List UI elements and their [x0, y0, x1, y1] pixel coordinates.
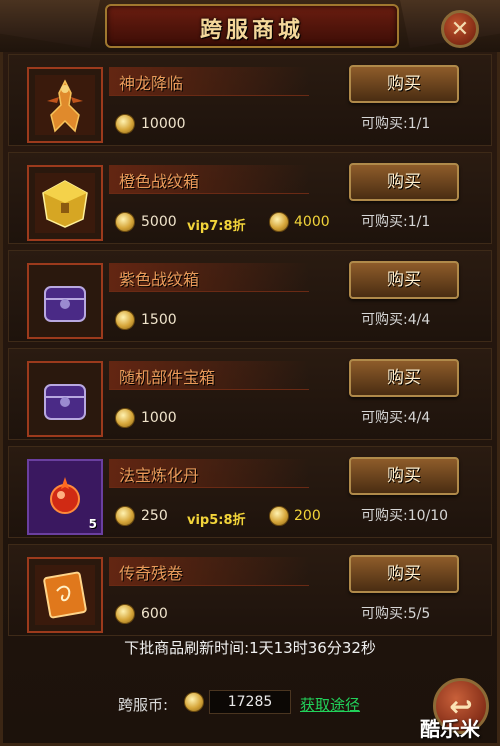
item-price: 250 [141, 508, 168, 524]
item-icon-frame[interactable] [27, 165, 103, 241]
buy-button[interactable]: 购买 [349, 261, 459, 299]
vip-price: 200 [294, 508, 321, 524]
title-bar: 跨服商城 ✕ [0, 0, 500, 52]
red-pill-icon [35, 467, 95, 527]
item-icon-frame[interactable] [27, 67, 103, 143]
buy-button[interactable]: 购买 [349, 65, 459, 103]
item-name: 神龙降临 [119, 74, 184, 93]
item-price: 1500 [141, 312, 177, 328]
item-name: 橙色战纹箱 [119, 172, 200, 191]
item-count: 5 [88, 517, 97, 531]
coin-icon [115, 506, 135, 526]
shop-item-row: 5 法宝炼化丹 250 vip5:8折 200 购买 可购买:10/10 [8, 446, 492, 538]
item-name-band: 紫色战纹箱 [109, 263, 309, 292]
purple-chest-icon [35, 369, 95, 429]
vip-price: 4000 [294, 214, 330, 230]
vip-discount: vip7:8折 [187, 219, 246, 234]
purchase-limit: 可购买:1/1 [361, 116, 431, 132]
dragon-figure-icon [35, 75, 95, 135]
coin-icon [269, 212, 289, 232]
buy-button[interactable]: 购买 [349, 457, 459, 495]
item-price: 1000 [141, 410, 177, 426]
coin-icon [184, 692, 204, 712]
item-price: 600 [141, 606, 168, 622]
coin-icon [115, 604, 135, 624]
shop-item-row: 随机部件宝箱 1000 购买 可购买:4/4 [8, 348, 492, 440]
vip-discount: vip5:8折 [187, 513, 246, 528]
shop-item-row: 橙色战纹箱 5000 vip7:8折 4000 购买 可购买:1/1 [8, 152, 492, 244]
item-name-band: 神龙降临 [109, 67, 309, 96]
item-icon-frame[interactable] [27, 263, 103, 339]
purchase-limit: 可购买:1/1 [361, 214, 431, 230]
orange-chest-icon [35, 173, 95, 233]
shop-item-row: 神龙降临 10000 购买 可购买:1/1 [8, 54, 492, 146]
buy-button[interactable]: 购买 [349, 359, 459, 397]
item-icon-frame[interactable]: 5 [27, 459, 103, 535]
item-name-band: 法宝炼化丹 [109, 459, 309, 488]
purchase-limit: 可购买:4/4 [361, 312, 431, 328]
window-title: 跨服商城 [199, 17, 304, 43]
currency-label: 跨服币: [118, 696, 169, 714]
item-name-band: 橙色战纹箱 [109, 165, 309, 194]
item-name: 紫色战纹箱 [119, 270, 200, 289]
purchase-limit: 可购买:5/5 [361, 606, 431, 622]
item-name: 法宝炼化丹 [119, 466, 200, 485]
item-icon-frame[interactable] [27, 557, 103, 633]
watermark: 酷乐米 [420, 717, 480, 741]
item-price: 5000 [141, 214, 177, 230]
coin-icon [115, 310, 135, 330]
item-price: 10000 [141, 116, 186, 132]
currency-balance: 17285 [209, 690, 291, 714]
buy-button[interactable]: 购买 [349, 163, 459, 201]
refresh-timer: 下批商品刷新时间:1天13时36分32秒 [124, 639, 376, 657]
coin-icon [115, 114, 135, 134]
coin-icon [115, 408, 135, 428]
title-plate: 跨服商城 [105, 4, 399, 48]
item-name: 传奇残卷 [119, 564, 184, 583]
item-name-band: 传奇残卷 [109, 557, 309, 586]
item-name-band: 随机部件宝箱 [109, 361, 309, 390]
close-icon: ✕ [450, 16, 470, 42]
coin-icon [115, 212, 135, 232]
shop-item-row: 紫色战纹箱 1500 购买 可购买:4/4 [8, 250, 492, 342]
coin-icon [269, 506, 289, 526]
close-button[interactable]: ✕ [441, 10, 479, 48]
item-icon-frame[interactable] [27, 361, 103, 437]
shop-item-row: 传奇残卷 600 购买 可购买:5/5 [8, 544, 492, 636]
get-currency-link[interactable]: 获取途径 [300, 694, 360, 715]
purple-chest-icon [35, 271, 95, 331]
item-name: 随机部件宝箱 [119, 368, 216, 387]
scroll-icon [35, 565, 95, 625]
buy-button[interactable]: 购买 [349, 555, 459, 593]
purchase-limit: 可购买:4/4 [361, 410, 431, 426]
purchase-limit: 可购买:10/10 [361, 508, 449, 524]
title-decoration-left [0, 0, 100, 48]
